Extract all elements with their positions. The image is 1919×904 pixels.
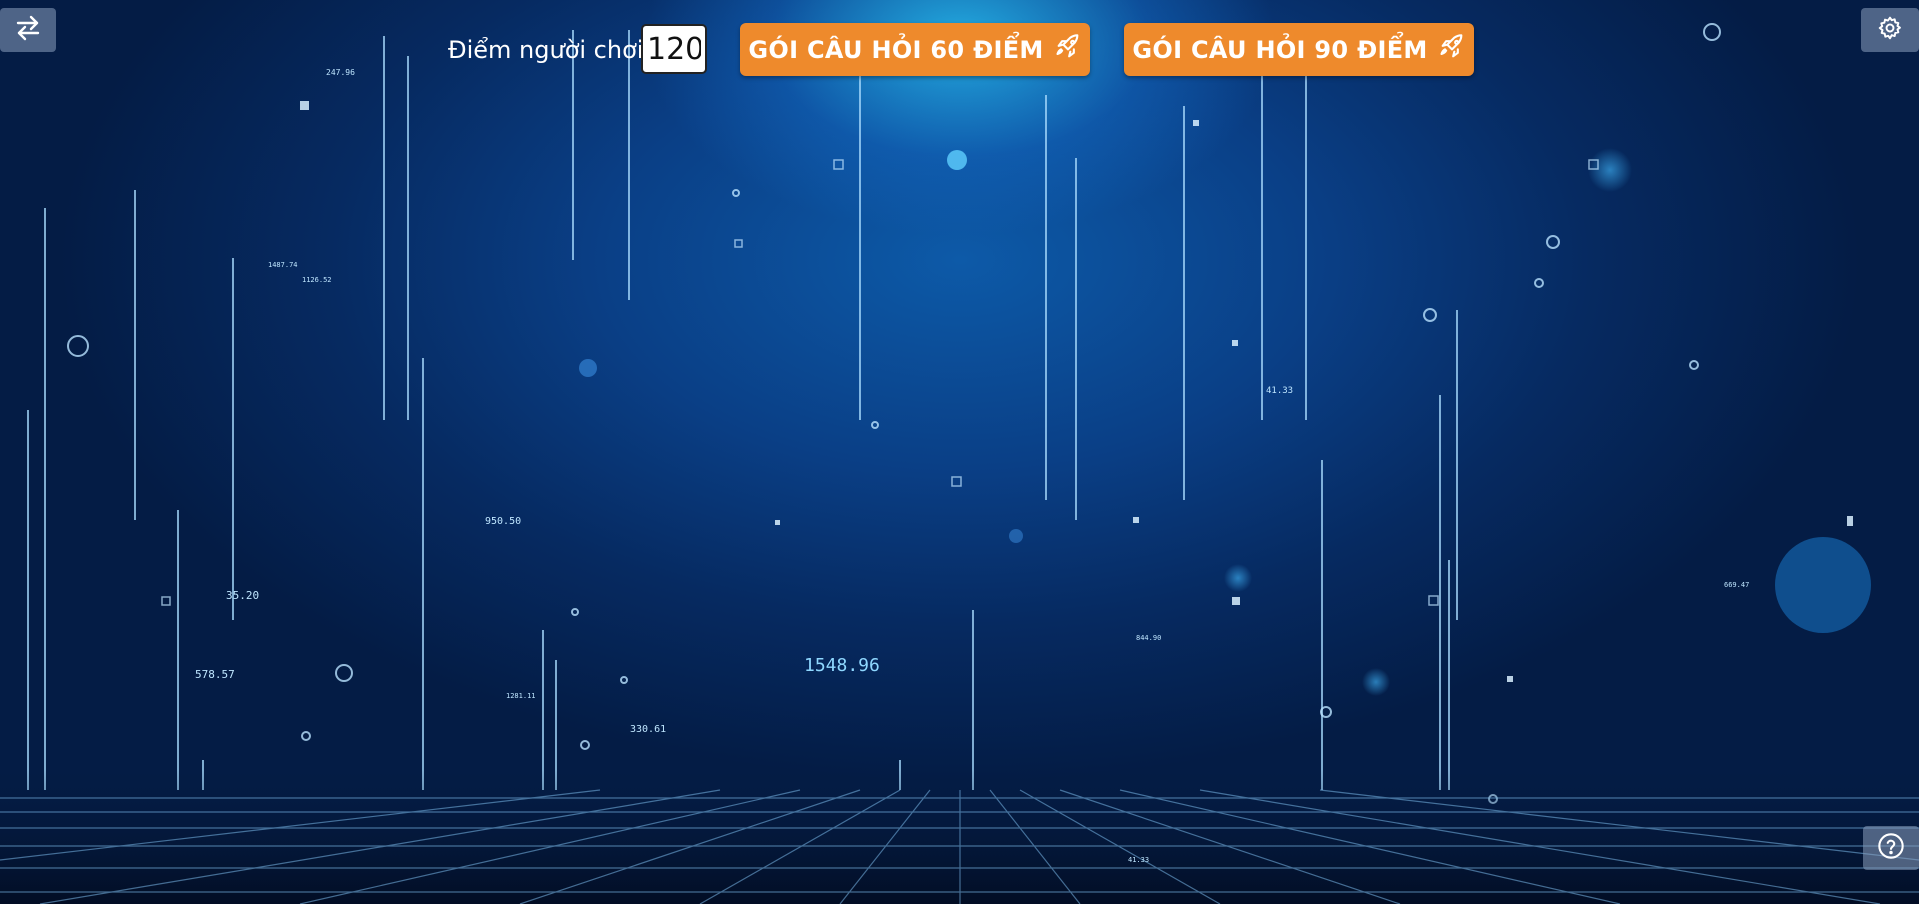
swap-button[interactable] bbox=[0, 8, 56, 52]
package-60-label: GÓI CÂU HỎI 60 ĐIỂM bbox=[748, 35, 1044, 64]
package-90-button[interactable]: GÓI CÂU HỎI 90 ĐIỂM bbox=[1124, 23, 1474, 76]
rocket-icon bbox=[1054, 33, 1082, 67]
question-icon bbox=[1877, 832, 1905, 864]
gear-icon bbox=[1877, 15, 1903, 45]
swap-arrows-icon bbox=[14, 15, 42, 45]
player-score-input[interactable] bbox=[641, 24, 707, 74]
settings-button[interactable] bbox=[1861, 8, 1919, 52]
package-90-label: GÓI CÂU HỎI 90 ĐIỂM bbox=[1132, 35, 1428, 64]
rocket-icon bbox=[1438, 33, 1466, 67]
package-60-button[interactable]: GÓI CÂU HỎI 60 ĐIỂM bbox=[740, 23, 1090, 76]
player-score-label: Điểm người chơi: bbox=[448, 36, 652, 64]
background-scene bbox=[0, 23, 1919, 904]
help-button[interactable] bbox=[1863, 826, 1919, 870]
